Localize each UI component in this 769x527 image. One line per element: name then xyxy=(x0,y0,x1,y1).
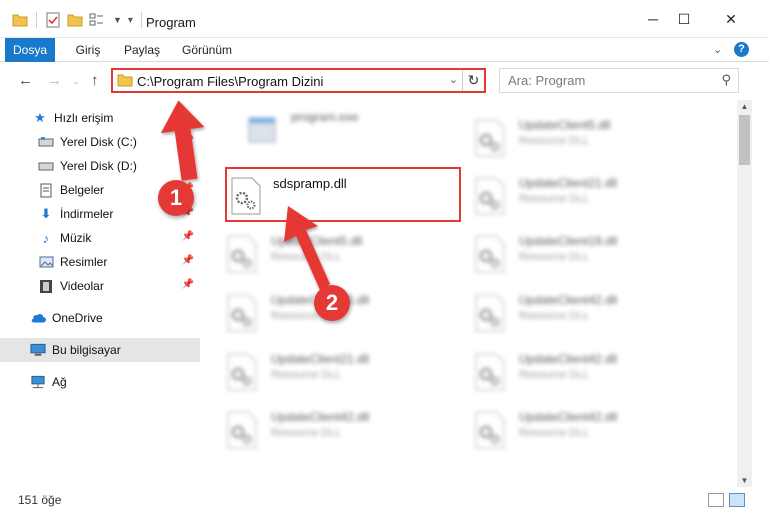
step-badge-2: 2 xyxy=(314,285,350,321)
arrow-step-1 xyxy=(160,100,205,181)
arrow-step-2 xyxy=(284,206,330,290)
annotation-arrows xyxy=(160,100,330,290)
step-badge-1: 1 xyxy=(158,180,194,216)
